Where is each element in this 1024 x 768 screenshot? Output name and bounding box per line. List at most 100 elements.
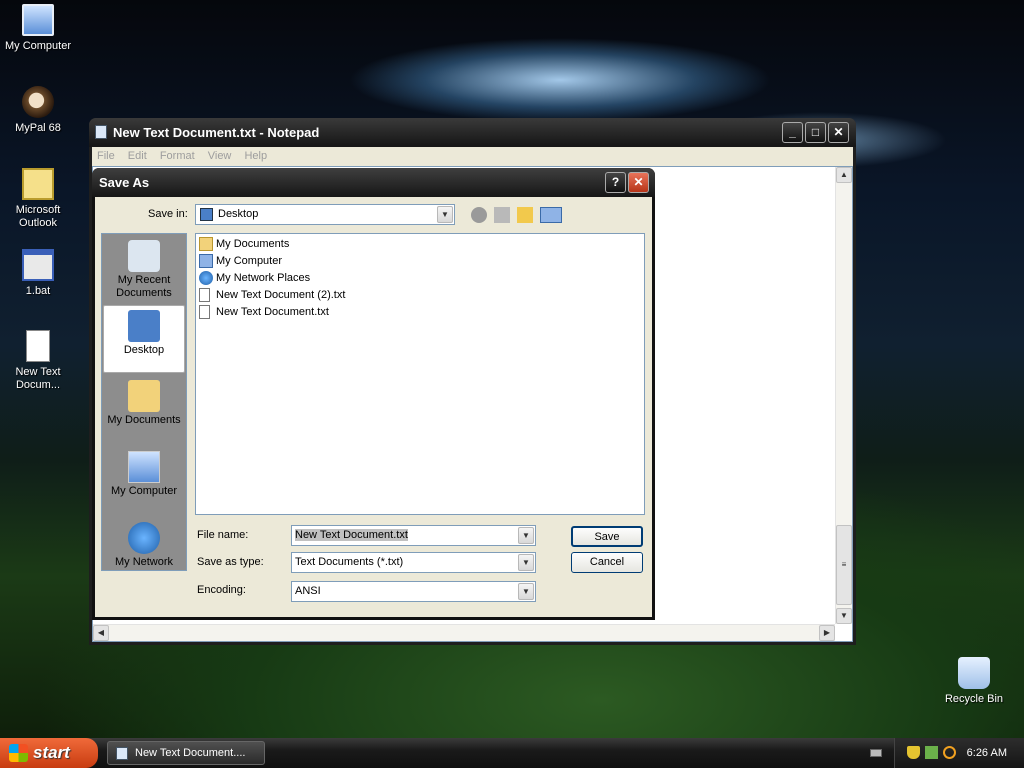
chevron-down-icon: ▼ — [518, 583, 534, 600]
windows-logo-icon — [9, 744, 28, 762]
menu-format[interactable]: Format — [155, 150, 200, 162]
save-button[interactable]: Save — [571, 526, 643, 547]
chevron-down-icon[interactable]: ▼ — [518, 527, 534, 544]
desktop-icon-label: MyPal 68 — [15, 122, 61, 134]
desktop-icon-label: Microsoft Outlook — [15, 204, 61, 229]
list-item[interactable]: My Documents — [199, 236, 289, 252]
desktop-icon-label: My Computer — [4, 40, 72, 52]
network-icon — [199, 271, 213, 285]
encoding-label: Encoding: — [197, 584, 246, 596]
keyboard-icon[interactable] — [870, 749, 882, 757]
close-button[interactable]: ✕ — [828, 122, 849, 143]
file-name: My Computer — [216, 255, 283, 267]
desktop-icon-mypal[interactable]: MyPal 68 — [0, 86, 76, 135]
notepad-icon — [95, 125, 107, 139]
place-my-network[interactable]: My Network — [103, 518, 185, 570]
menu-edit[interactable]: Edit — [123, 150, 152, 162]
dialog-body: Save in: Desktop ▼ My Recent Documents D… — [95, 197, 652, 617]
desktop-icon-label: 1.bat — [25, 285, 51, 297]
save-as-type-dropdown[interactable]: Text Documents (*.txt) ▼ — [291, 552, 536, 573]
save-in-label: Save in: — [148, 208, 188, 220]
dialog-title-bar[interactable]: Save As ? ✕ — [92, 168, 655, 197]
folder-icon — [199, 237, 213, 251]
notepad-title: New Text Document.txt - Notepad — [113, 125, 320, 140]
scroll-left-icon[interactable]: ◀ — [93, 625, 109, 641]
place-recent-documents[interactable]: My Recent Documents — [103, 236, 185, 304]
scroll-right-icon[interactable]: ▶ — [819, 625, 835, 641]
desktop-icon — [128, 310, 160, 342]
clock[interactable]: 6:26 AM — [967, 738, 1007, 768]
taskbar: start New Text Document.... 6:26 AM — [0, 738, 1024, 768]
maximize-button[interactable]: □ — [805, 122, 826, 143]
shield-icon[interactable] — [907, 746, 920, 759]
view-menu-icon[interactable] — [540, 207, 562, 223]
system-tray: 6:26 AM — [894, 738, 1024, 768]
new-folder-icon[interactable] — [517, 207, 533, 223]
list-item[interactable]: My Computer — [199, 253, 282, 269]
dialog-title: Save As — [99, 175, 150, 190]
chevron-down-icon: ▼ — [518, 554, 534, 571]
place-my-documents[interactable]: My Documents — [103, 376, 185, 444]
save-in-dropdown[interactable]: Desktop ▼ — [195, 204, 455, 225]
horizontal-scrollbar[interactable]: ◀ ▶ — [93, 624, 835, 641]
menu-help[interactable]: Help — [239, 150, 272, 162]
place-label: Desktop — [123, 344, 165, 356]
network-tray-icon[interactable] — [925, 746, 938, 759]
outlook-icon — [22, 168, 54, 200]
desktop-icon-label: Recycle Bin — [944, 693, 1004, 705]
notepad-title-bar[interactable]: New Text Document.txt - Notepad _ □ ✕ — [89, 118, 856, 147]
save-as-dialog: Save As ? ✕ Save in: Desktop ▼ My Recent… — [92, 168, 655, 620]
scroll-up-icon[interactable]: ▲ — [836, 167, 852, 183]
start-button[interactable]: start — [0, 738, 98, 768]
notepad-icon — [116, 747, 128, 760]
save-in-value: Desktop — [218, 208, 259, 220]
file-name: New Text Document.txt — [216, 306, 329, 318]
batch-file-icon — [22, 249, 54, 281]
menu-file[interactable]: File — [92, 150, 120, 162]
list-item[interactable]: My Network Places — [199, 270, 310, 286]
my-computer-icon — [128, 451, 160, 483]
place-label: My Documents — [107, 414, 181, 426]
notepad-menu-bar: File Edit Format View Help — [92, 147, 853, 166]
desktop-icon-bat[interactable]: 1.bat — [0, 249, 76, 298]
up-folder-icon[interactable] — [494, 207, 510, 223]
file-list[interactable]: My Documents My Computer My Network Plac… — [195, 233, 645, 515]
desktop-icon-text-document[interactable]: New Text Docum... — [0, 330, 76, 392]
scroll-down-icon[interactable]: ▼ — [836, 608, 852, 624]
network-icon — [128, 522, 160, 554]
save-type-label: Save as type: — [197, 556, 264, 568]
task-label: New Text Document.... — [135, 747, 246, 759]
list-item[interactable]: New Text Document.txt — [199, 304, 329, 320]
mypal-browser-icon — [22, 86, 54, 118]
desktop-icon-recycle-bin[interactable]: Recycle Bin — [936, 657, 1012, 706]
desktop-small-icon — [200, 208, 213, 221]
taskbar-item-notepad[interactable]: New Text Document.... — [107, 741, 265, 765]
back-icon[interactable] — [471, 207, 487, 223]
desktop-icon-outlook[interactable]: Microsoft Outlook — [0, 168, 76, 230]
list-item[interactable]: New Text Document (2).txt — [199, 287, 345, 303]
dialog-close-button[interactable]: ✕ — [628, 172, 649, 193]
save-type-value: Text Documents (*.txt) — [295, 556, 404, 568]
help-button[interactable]: ? — [605, 172, 626, 193]
cancel-button[interactable]: Cancel — [571, 552, 643, 573]
menu-view[interactable]: View — [203, 150, 237, 162]
text-document-icon — [26, 330, 50, 362]
vertical-scrollbar[interactable]: ▲ ≡ ▼ — [835, 167, 852, 624]
file-name: My Documents — [216, 238, 290, 250]
encoding-dropdown[interactable]: ANSI ▼ — [291, 581, 536, 602]
places-bar: My Recent Documents Desktop My Documents… — [101, 233, 187, 571]
search-icon[interactable] — [943, 746, 956, 759]
place-desktop[interactable]: Desktop — [103, 305, 185, 373]
scroll-thumb[interactable]: ≡ — [836, 525, 852, 605]
file-name: New Text Document (2).txt — [216, 289, 346, 301]
my-computer-icon — [22, 4, 54, 36]
file-name-label: File name: — [197, 529, 249, 541]
text-file-icon — [199, 305, 210, 319]
place-my-computer[interactable]: My Computer — [103, 447, 185, 515]
minimize-button[interactable]: _ — [782, 122, 803, 143]
recent-documents-icon — [128, 240, 160, 272]
desktop-icon-my-computer[interactable]: My Computer — [0, 4, 76, 53]
file-name-field[interactable]: New Text Document.txt ▼ — [291, 525, 536, 546]
start-label: start — [33, 743, 70, 762]
computer-icon — [199, 254, 213, 268]
